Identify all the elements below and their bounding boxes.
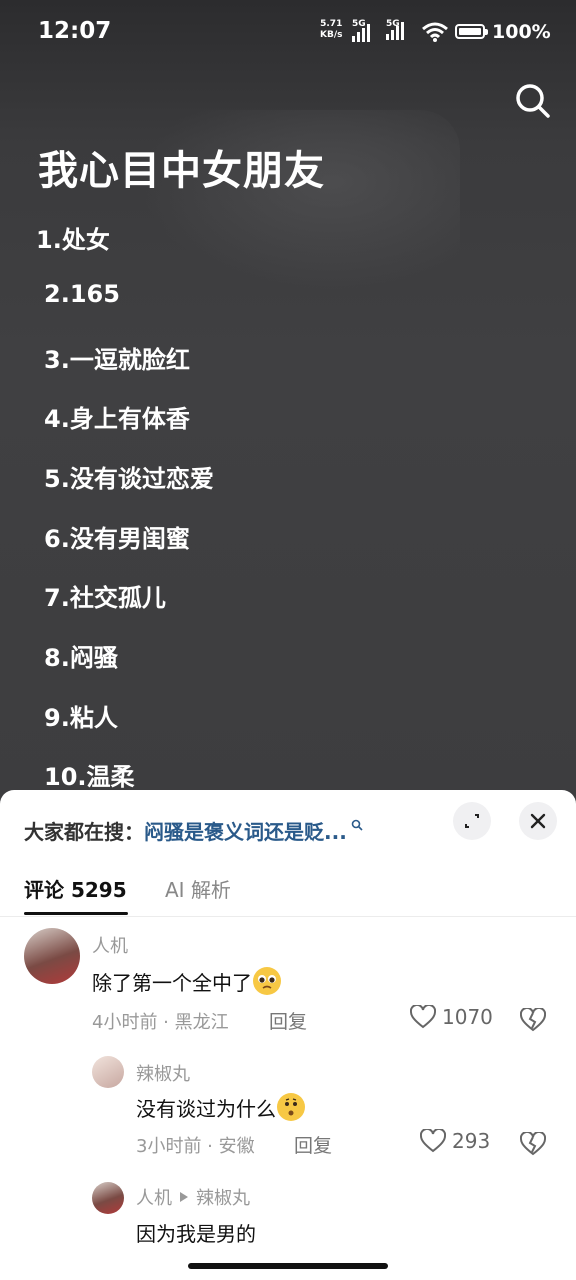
reply-to-username[interactable]: 辣椒丸 bbox=[196, 1188, 250, 1209]
list-item: 3.一逗就脸红 bbox=[44, 346, 190, 374]
trending-search-label: 大家都在搜： bbox=[24, 820, 144, 844]
list-item: 1.处女 bbox=[36, 226, 110, 254]
comment-text: 除了第一个全中了 bbox=[92, 966, 282, 996]
like-count: 293 bbox=[452, 1129, 491, 1153]
signal-icon: 5G bbox=[352, 19, 370, 42]
trending-search-keyword[interactable]: 闷骚是褒义词还是贬... bbox=[144, 820, 347, 844]
avatar[interactable] bbox=[92, 1056, 124, 1088]
comment-text: 没有谈过为什么 bbox=[136, 1092, 306, 1122]
battery-icon bbox=[455, 24, 488, 39]
wifi-icon bbox=[422, 22, 448, 42]
home-indicator bbox=[188, 1263, 388, 1269]
reply-header: 人机 辣椒丸 bbox=[136, 1184, 250, 1210]
list-item: 10.温柔 bbox=[44, 763, 135, 791]
reply-arrow-icon bbox=[180, 1192, 188, 1202]
comment-username[interactable]: 人机 bbox=[136, 1188, 172, 1209]
trending-search[interactable]: 大家都在搜：闷骚是褒义词还是贬... bbox=[24, 812, 363, 845]
avatar[interactable] bbox=[92, 1182, 124, 1214]
close-button[interactable] bbox=[519, 802, 557, 840]
list-item: 7.社交孤儿 bbox=[44, 584, 166, 612]
search-button[interactable] bbox=[510, 78, 556, 124]
comment-username[interactable]: 人机 bbox=[92, 932, 128, 958]
tab-ai-analysis[interactable]: AI 解析 bbox=[165, 874, 231, 903]
list-item: 2.165 bbox=[44, 280, 120, 308]
comment-meta: 4小时前 · 黑龙江 bbox=[92, 1012, 229, 1033]
comment-text: 因为我是男的 bbox=[136, 1222, 256, 1246]
like-count: 1070 bbox=[442, 1005, 493, 1029]
heart-icon bbox=[410, 1005, 436, 1029]
comment-tabs: 评论 5295 AI 解析 bbox=[0, 870, 576, 917]
background-figure bbox=[140, 110, 460, 290]
reply-button[interactable]: 回复 bbox=[294, 1131, 332, 1158]
network-speed: 5.71 KB/s bbox=[320, 19, 343, 40]
thinking-face-icon bbox=[276, 1092, 306, 1122]
comment-username[interactable]: 辣椒丸 bbox=[136, 1060, 190, 1086]
pleading-face-icon bbox=[252, 966, 282, 996]
broken-heart-icon[interactable] bbox=[520, 1132, 546, 1156]
list-item: 5.没有谈过恋爱 bbox=[44, 465, 214, 493]
signal-icon-2: 5G bbox=[386, 19, 404, 40]
close-icon bbox=[530, 813, 546, 829]
comment-sheet: 大家都在搜：闷骚是褒义词还是贬... 评论 5295 AI 解析 人机 除了第一… bbox=[0, 790, 576, 1280]
like-button[interactable]: 293 bbox=[420, 1129, 490, 1153]
tab-comments[interactable]: 评论 5295 bbox=[24, 874, 127, 903]
like-button[interactable]: 1070 bbox=[410, 1005, 493, 1029]
list-item: 6.没有男闺蜜 bbox=[44, 525, 190, 553]
post-title: 我心目中女朋友 bbox=[38, 148, 325, 194]
expand-icon bbox=[465, 814, 479, 828]
clock: 12:07 bbox=[38, 18, 112, 44]
small-search-icon bbox=[351, 812, 363, 831]
list-item: 8.闷骚 bbox=[44, 644, 118, 672]
reply-button[interactable]: 回复 bbox=[269, 1007, 307, 1034]
list-item: 4.身上有体香 bbox=[44, 405, 190, 433]
expand-button[interactable] bbox=[453, 802, 491, 840]
list-item: 9.粘人 bbox=[44, 704, 118, 732]
battery-percent: 100% bbox=[492, 21, 551, 43]
avatar[interactable] bbox=[24, 928, 80, 984]
heart-icon bbox=[420, 1129, 446, 1153]
broken-heart-icon[interactable] bbox=[520, 1008, 546, 1032]
search-icon bbox=[516, 84, 550, 118]
tab-indicator bbox=[24, 912, 128, 915]
comment-meta: 3小时前 · 安徽 bbox=[136, 1136, 255, 1157]
status-bar: 12:07 5.71 KB/s 5G 5G 100% bbox=[0, 0, 576, 66]
